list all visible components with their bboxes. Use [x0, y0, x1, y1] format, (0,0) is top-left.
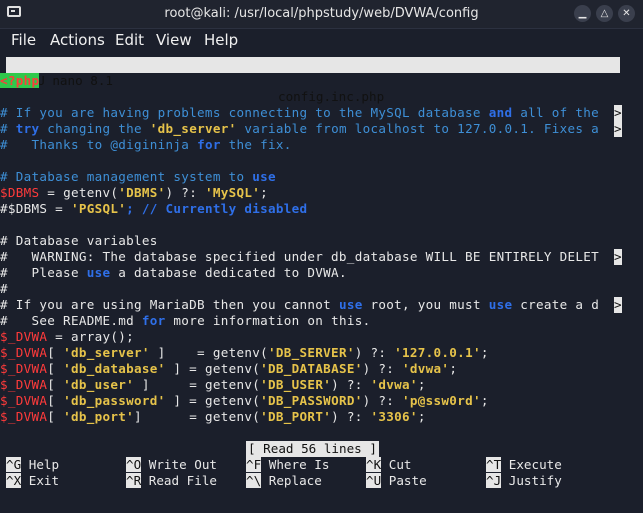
shortcut-help[interactable]: ^G Help	[6, 457, 59, 473]
shortcut-cut[interactable]: ^K Cut	[366, 457, 412, 473]
code-line-17: $_DVWA = array();	[0, 329, 134, 344]
code-line-12: # WARNING: The database specified under …	[0, 249, 622, 265]
code-line-3: # If you are having problems connecting …	[0, 105, 622, 121]
terminal-area[interactable]: GNU nano 8.1 config.inc.php <?php # If y…	[0, 52, 643, 513]
code-line-16: # See README.md for more information on …	[0, 313, 371, 328]
menu-file[interactable]: File	[11, 31, 36, 49]
line-overflow-marker: >	[614, 249, 622, 265]
code-line-14: #	[0, 281, 8, 296]
code-line-4: # try changing the 'db_server' variable …	[0, 121, 622, 137]
code-line-21: $_DVWA[ 'db_password' ] = getenv('DB_PAS…	[0, 393, 489, 408]
code-line-20: $_DVWA[ 'db_user' ] = getenv('DB_USER') …	[0, 377, 426, 392]
menu-bar: File Actions Edit View Help	[0, 28, 643, 52]
shortcut-replace[interactable]: ^\ Replace	[246, 473, 322, 489]
nano-filename: config.inc.php	[278, 89, 385, 104]
code-line-8: $DBMS = getenv('DBMS') ?: 'MySQL';	[0, 185, 269, 200]
minimize-button[interactable]: ▁	[574, 5, 591, 22]
status-message: [ Read 56 lines ]	[246, 441, 379, 457]
line-overflow-marker: >	[614, 297, 622, 313]
code-line-9: #$DBMS = 'PGSQL'; // Currently disabled	[0, 201, 308, 216]
code-line-1: <?php	[0, 73, 643, 89]
shortcut-read-file[interactable]: ^R Read File	[126, 473, 217, 489]
code-line-19: $_DVWA[ 'db_database' ] = getenv('DB_DAT…	[0, 361, 458, 376]
window-title: root@kali: /usr/local/phpstudy/web/DVWA/…	[164, 6, 479, 21]
code-line-7: # Database management system to use	[0, 169, 276, 184]
code-line-18: $_DVWA[ 'db_server' ] = getenv('DB_SERVE…	[0, 345, 489, 360]
menu-actions[interactable]: Actions	[50, 31, 105, 49]
code-line-11: # Database variables	[0, 233, 158, 248]
php-open-tag: <?php	[0, 73, 40, 88]
line-overflow-marker: >	[614, 105, 622, 121]
shortcut-execute[interactable]: ^T Execute	[486, 457, 562, 473]
shortcut-exit[interactable]: ^X Exit	[6, 473, 59, 489]
close-button[interactable]: ✕	[618, 5, 635, 22]
menu-edit[interactable]: Edit	[115, 31, 144, 49]
shortcut-justify[interactable]: ^J Justify	[486, 473, 562, 489]
shortcut-write-out[interactable]: ^O Write Out	[126, 457, 217, 473]
menu-view[interactable]: View	[156, 31, 192, 49]
shortcut-paste[interactable]: ^U Paste	[366, 473, 427, 489]
maximize-button[interactable]: △	[596, 5, 613, 22]
code-line-22: $_DVWA[ 'db_port'] = getenv('DB_PORT') ?…	[0, 409, 426, 424]
code-line-5: # Thanks to @digininja for the fix.	[0, 137, 292, 152]
title-bar: root@kali: /usr/local/phpstudy/web/DVWA/…	[0, 0, 643, 29]
menu-help[interactable]: Help	[204, 31, 238, 49]
nano-header-bar: GNU nano 8.1 config.inc.php	[6, 57, 620, 104]
line-overflow-marker: >	[614, 121, 622, 137]
shortcut-where-is[interactable]: ^F Where Is	[246, 457, 329, 473]
code-line-15: # If you are using MariaDB then you cann…	[0, 297, 622, 313]
code-line-13: # Please use a database dedicated to DVW…	[0, 265, 347, 280]
